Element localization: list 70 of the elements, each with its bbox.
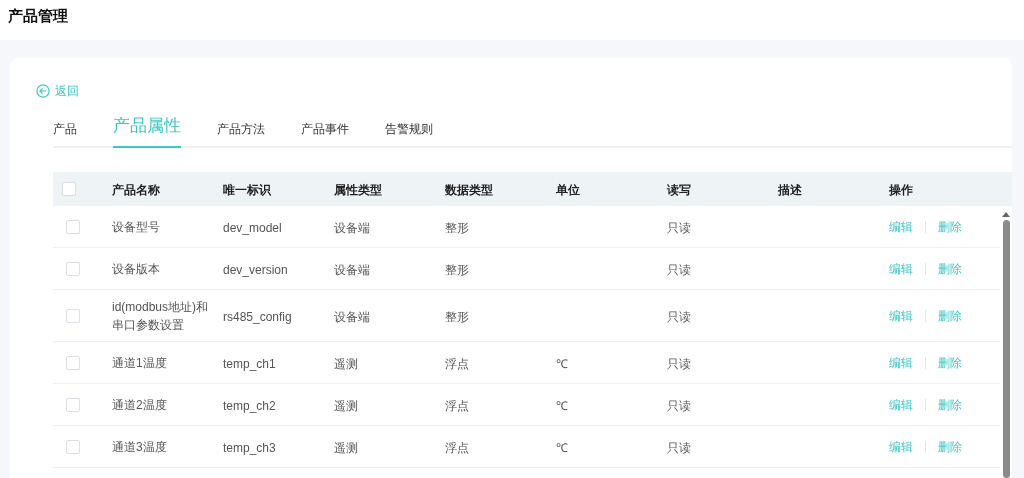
table-cell: 只读 <box>667 220 691 235</box>
column-header: 描述 <box>778 183 802 197</box>
table-cell: 遥测 <box>334 398 358 413</box>
table-cell-text: 通道1温度 <box>112 354 168 372</box>
table-cell: dev_version <box>223 262 288 277</box>
table-cell: ℃ <box>556 398 568 413</box>
checkbox[interactable] <box>62 182 76 196</box>
column-header: 操作 <box>889 183 913 197</box>
delete-link[interactable]: 删除 <box>938 306 962 325</box>
checkbox[interactable] <box>66 308 80 323</box>
table-cell: 整形 <box>445 309 469 324</box>
table-cell: 浮点 <box>445 440 469 455</box>
checkbox[interactable] <box>66 261 80 276</box>
edit-link[interactable]: 编辑 <box>889 395 913 414</box>
table-cell: dev_model <box>223 220 282 235</box>
table-cell: ℃ <box>556 356 568 371</box>
table-cell: 遥测 <box>334 440 358 455</box>
tab[interactable]: 产品属性 <box>113 112 181 148</box>
column-header: 属性类型 <box>334 183 382 197</box>
back-arrow-icon <box>36 84 50 98</box>
edit-link[interactable]: 编辑 <box>889 306 913 325</box>
table-cell: 只读 <box>667 398 691 413</box>
edit-link[interactable]: 编辑 <box>889 259 913 278</box>
table-cell: temp_ch1 <box>223 356 276 371</box>
checkbox[interactable] <box>66 439 80 454</box>
column-header: 单位 <box>556 183 580 197</box>
table-cell: 整形 <box>445 220 469 235</box>
table-cell-text: 设备型号 <box>112 218 161 236</box>
column-header: 读写 <box>667 183 691 197</box>
edit-link[interactable]: 编辑 <box>889 437 913 456</box>
table-cell: 整形 <box>445 262 469 277</box>
table-cell: 浮点 <box>445 356 469 371</box>
table-cell: 设备端 <box>334 262 370 277</box>
table-cell-text: 通道3温度 <box>112 438 168 456</box>
table-cell: 只读 <box>667 440 691 455</box>
table-cell: 只读 <box>667 309 691 324</box>
column-header: 唯一标识 <box>223 183 271 197</box>
table-cell: 设备端 <box>334 220 370 235</box>
delete-link[interactable]: 删除 <box>938 259 962 278</box>
page-title: 产品管理 <box>8 7 68 24</box>
tab[interactable]: 产品 <box>53 120 77 148</box>
tab[interactable]: 产品事件 <box>301 120 349 148</box>
edit-link[interactable]: 编辑 <box>889 353 913 372</box>
scrollbar-thumb[interactable] <box>1002 220 1010 478</box>
checkbox[interactable] <box>66 219 80 234</box>
table-cell-text: 设备版本 <box>112 260 161 278</box>
table-cell: 浮点 <box>445 398 469 413</box>
table-cell: ℃ <box>556 440 568 455</box>
table-cell: rs485_config <box>223 309 292 324</box>
table-cell: 设备端 <box>334 309 370 324</box>
edit-link[interactable]: 编辑 <box>889 217 913 236</box>
checkbox[interactable] <box>66 355 80 370</box>
table-cell: temp_ch2 <box>223 398 276 413</box>
back-link[interactable]: 返回 <box>36 82 79 100</box>
table-cell: temp_ch3 <box>223 440 276 455</box>
table-cell-text: id(modbus地址)和串口参数设置 <box>112 298 210 334</box>
tab[interactable]: 产品方法 <box>217 120 265 148</box>
delete-link[interactable]: 删除 <box>938 217 962 236</box>
delete-link[interactable]: 删除 <box>938 437 962 456</box>
table-cell-text: 通道2温度 <box>112 396 168 414</box>
table-cell: 遥测 <box>334 356 358 371</box>
delete-link[interactable]: 删除 <box>938 395 962 414</box>
checkbox[interactable] <box>66 397 80 412</box>
table-cell: 只读 <box>667 262 691 277</box>
delete-link[interactable]: 删除 <box>938 353 962 372</box>
scroll-up-icon[interactable] <box>1002 212 1010 217</box>
column-header: 数据类型 <box>445 183 493 197</box>
table-cell: 只读 <box>667 356 691 371</box>
column-header: 产品名称 <box>112 183 160 197</box>
tab[interactable]: 告警规则 <box>385 120 433 148</box>
